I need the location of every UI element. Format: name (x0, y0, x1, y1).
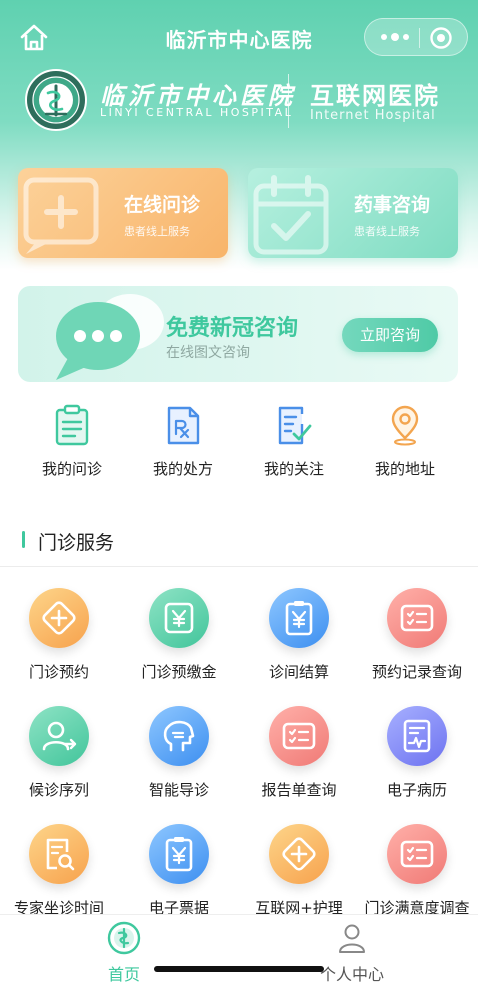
service-label: 诊间结算 (268, 663, 329, 681)
yuan-clipboard-icon (269, 588, 329, 648)
calendar-check-icon (253, 175, 329, 255)
location-pin-icon (391, 405, 419, 446)
tab-home[interactable]: 首页 (64, 921, 184, 985)
quick-link-my-address[interactable]: 我的地址 (350, 404, 460, 484)
service-prepayment[interactable]: 门诊预缴金 (120, 588, 238, 698)
internet-hospital-title-en: Internet Hospital (310, 108, 436, 123)
card-title: 在线问诊 (124, 194, 201, 216)
tab-label: 首页 (107, 965, 140, 984)
capsule-divider (419, 28, 420, 48)
quick-link-my-prescription[interactable]: 我的处方 (128, 404, 238, 484)
quick-link-label: 我的处方 (152, 460, 213, 478)
service-label: 门诊预约 (28, 663, 89, 681)
quick-link-my-follow[interactable]: 我的关注 (239, 404, 349, 484)
service-appointment-records[interactable]: 预约记录查询 (358, 588, 476, 698)
yuan-receipt-icon (149, 588, 209, 648)
service-label: 电子病历 (386, 781, 447, 799)
quick-link-label: 我的问诊 (41, 460, 102, 478)
note-check-icon (278, 406, 312, 445)
close-target-icon[interactable] (429, 26, 453, 50)
service-settlement[interactable]: 诊间结算 (240, 588, 358, 698)
chat-plus-icon (23, 177, 99, 254)
service-label: 智能导诊 (148, 781, 209, 799)
covid-title: 免费新冠咨询 (166, 316, 299, 341)
yuan-receipt-icon (149, 824, 209, 884)
internet-hospital-title: 互联网医院 (310, 82, 440, 110)
quick-link-label: 我的关注 (263, 460, 324, 478)
covid-consult-banner[interactable]: 免费新冠咨询 在线图文咨询 立即咨询 (18, 286, 458, 382)
covid-subtitle: 在线图文咨询 (166, 345, 250, 361)
prescription-icon (167, 406, 200, 445)
hospital-name-en: LINYI CENTRAL HOSPITAL (100, 106, 294, 119)
service-label: 报告单查询 (261, 781, 337, 799)
head-ai-icon (149, 706, 209, 766)
quick-link-my-consult[interactable]: 我的问诊 (17, 404, 127, 484)
service-medical-record[interactable]: 电子病历 (358, 706, 476, 816)
service-label: 候诊序列 (28, 781, 89, 799)
tab-personal-center[interactable]: 个人中心 (292, 921, 412, 985)
person-icon (339, 924, 365, 953)
quick-link-label: 我的地址 (374, 460, 435, 478)
chat-bubbles-icon (56, 294, 164, 380)
card-subtitle: 患者线上服务 (354, 225, 420, 238)
mini-program-capsule (364, 18, 468, 56)
plus-diamond-icon (269, 824, 329, 884)
section-title: 门诊服务 (38, 532, 115, 554)
report-card-icon (269, 706, 329, 766)
list-card-icon (387, 824, 447, 884)
consult-now-button[interactable]: 立即咨询 (342, 318, 438, 352)
plus-diamond-icon (29, 588, 89, 648)
section-accent-bar (22, 531, 25, 548)
user-queue-icon (29, 706, 89, 766)
home-indicator (154, 966, 324, 972)
pharmacy-consult-card[interactable]: 药事咨询 患者线上服务 (248, 168, 458, 258)
clipboard-icon (55, 404, 89, 446)
service-label: 预约记录查询 (371, 663, 462, 681)
list-card-icon (387, 588, 447, 648)
bottom-tab-bar: 首页 个人中心 (0, 914, 478, 986)
card-title: 药事咨询 (354, 194, 431, 216)
service-smart-guide[interactable]: 智能导诊 (120, 706, 238, 816)
more-dots-icon[interactable] (377, 27, 413, 47)
service-waiting-queue[interactable]: 候诊序列 (0, 706, 118, 816)
tab-label: 个人中心 (319, 965, 384, 984)
logo-divider (288, 74, 289, 128)
medical-record-icon (387, 706, 447, 766)
service-label: 门诊预缴金 (141, 663, 217, 681)
hospital-emblem-icon (25, 69, 87, 131)
online-consult-card[interactable]: 在线问诊 患者线上服务 (18, 168, 228, 258)
doc-search-icon (29, 824, 89, 884)
navbar: 临沂市中心医院 (0, 12, 478, 62)
hospital-logo-icon (107, 921, 141, 955)
service-report-query[interactable]: 报告单查询 (240, 706, 358, 816)
service-outpatient-appointment[interactable]: 门诊预约 (0, 588, 118, 698)
section-divider (0, 566, 478, 567)
card-subtitle: 患者线上服务 (124, 225, 190, 238)
